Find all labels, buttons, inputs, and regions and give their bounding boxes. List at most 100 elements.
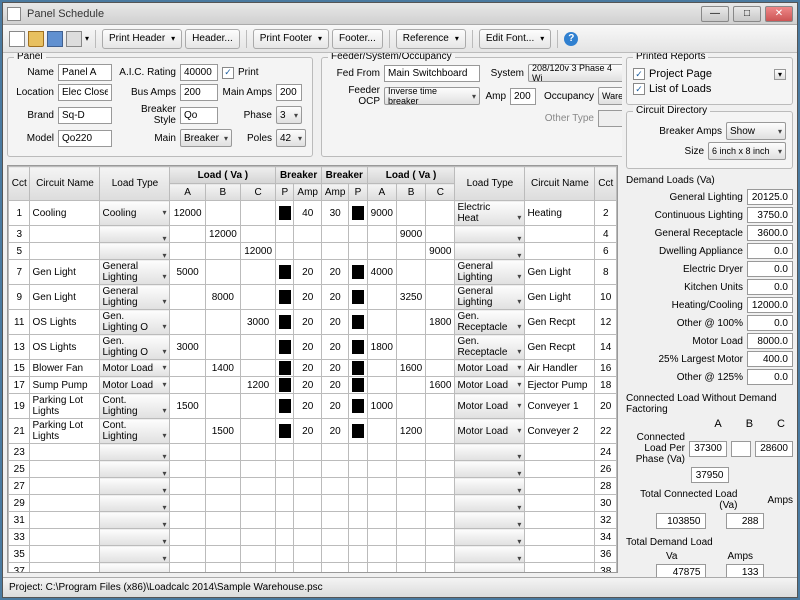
grid-cell[interactable]: Gen Light <box>30 285 100 310</box>
col-load-type-r[interactable]: Load Type <box>455 167 525 201</box>
grid-cell[interactable] <box>321 226 348 243</box>
grid-cell[interactable] <box>396 478 425 495</box>
grid-cell[interactable] <box>525 226 595 243</box>
grid-cell[interactable]: 3250 <box>396 285 425 310</box>
grid-cell[interactable]: OS Lights <box>30 310 100 335</box>
grid-cell[interactable] <box>294 444 321 461</box>
grid-cell[interactable]: 20 <box>294 310 321 335</box>
grid-cell[interactable]: 1800 <box>426 310 455 335</box>
grid-cell[interactable]: 1600 <box>396 360 425 377</box>
grid-cell[interactable] <box>100 563 170 574</box>
grid-cell[interactable] <box>205 444 240 461</box>
grid-cell[interactable] <box>240 495 275 512</box>
grid-cell[interactable] <box>205 563 240 574</box>
grid-cell[interactable] <box>367 226 396 243</box>
col-circuit-name[interactable]: Circuit Name <box>30 167 100 201</box>
grid-cell[interactable] <box>367 243 396 260</box>
col-load-type[interactable]: Load Type <box>100 167 170 201</box>
grid-cell[interactable]: Sump Pump <box>30 377 100 394</box>
grid-cell[interactable]: Gen Light <box>525 260 595 285</box>
print-icon[interactable] <box>66 31 82 47</box>
grid-cell[interactable] <box>396 243 425 260</box>
grid-cell[interactable] <box>100 226 170 243</box>
grid-cell[interactable]: 23 <box>9 444 30 461</box>
grid-cell[interactable] <box>205 260 240 285</box>
size-select[interactable]: 6 inch x 8 inch <box>708 142 786 160</box>
open-icon[interactable] <box>28 31 44 47</box>
grid-cell[interactable]: 35 <box>9 546 30 563</box>
grid-cell[interactable]: Gen. Lighting O <box>100 335 170 360</box>
grid-cell[interactable]: Blower Fan <box>30 360 100 377</box>
grid-cell[interactable]: 1200 <box>396 419 425 444</box>
grid-cell[interactable] <box>100 512 170 529</box>
circuit-grid[interactable]: Cct Circuit Name Load Type Load ( Va ) B… <box>7 165 618 573</box>
grid-cell[interactable] <box>100 478 170 495</box>
grid-cell[interactable]: Parking Lot Lights <box>30 394 100 419</box>
grid-cell[interactable] <box>396 310 425 335</box>
grid-cell[interactable] <box>396 495 425 512</box>
grid-cell[interactable]: 8000 <box>205 285 240 310</box>
grid-cell[interactable] <box>170 529 205 546</box>
model-input[interactable] <box>58 130 112 147</box>
grid-cell[interactable] <box>525 243 595 260</box>
pole-cell[interactable] <box>276 226 294 243</box>
grid-cell[interactable] <box>396 563 425 574</box>
grid-cell[interactable] <box>426 335 455 360</box>
grid-cell[interactable] <box>396 546 425 563</box>
grid-cell[interactable]: 4 <box>595 226 617 243</box>
grid-cell[interactable] <box>30 444 100 461</box>
maximize-button[interactable]: □ <box>733 6 761 22</box>
grid-cell[interactable] <box>321 546 348 563</box>
grid-cell[interactable] <box>240 546 275 563</box>
grid-cell[interactable] <box>321 478 348 495</box>
grid-cell[interactable]: General Lighting <box>100 260 170 285</box>
grid-cell[interactable] <box>100 444 170 461</box>
grid-cell[interactable]: 2 <box>595 201 617 226</box>
grid-cell[interactable]: 20 <box>321 360 348 377</box>
grid-cell[interactable]: 25 <box>9 461 30 478</box>
grid-cell[interactable] <box>205 394 240 419</box>
grid-cell[interactable] <box>170 285 205 310</box>
col-circuit-name-r[interactable]: Circuit Name <box>525 167 595 201</box>
print-dropdown-icon[interactable]: ▾ <box>85 34 89 43</box>
grid-cell[interactable]: 20 <box>321 335 348 360</box>
project-page-check[interactable]: ✓ <box>633 68 645 80</box>
save-icon[interactable] <box>47 31 63 47</box>
print-checkbox[interactable]: ✓ <box>222 67 234 79</box>
grid-cell[interactable] <box>170 546 205 563</box>
pole-cell[interactable] <box>276 461 294 478</box>
grid-cell[interactable]: Electric Heat <box>455 201 525 226</box>
grid-cell[interactable] <box>321 461 348 478</box>
grid-cell[interactable]: 1800 <box>367 335 396 360</box>
grid-cell[interactable] <box>525 444 595 461</box>
grid-cell[interactable] <box>30 529 100 546</box>
grid-cell[interactable] <box>205 478 240 495</box>
grid-cell[interactable] <box>426 461 455 478</box>
grid-cell[interactable] <box>525 478 595 495</box>
grid-cell[interactable] <box>100 529 170 546</box>
grid-cell[interactable] <box>205 201 240 226</box>
grid-cell[interactable]: 20 <box>321 419 348 444</box>
grid-cell[interactable] <box>426 260 455 285</box>
grid-cell[interactable]: 32 <box>595 512 617 529</box>
grid-cell[interactable] <box>426 394 455 419</box>
grid-cell[interactable] <box>294 226 321 243</box>
grid-cell[interactable]: 24 <box>595 444 617 461</box>
grid-cell[interactable]: 28 <box>595 478 617 495</box>
grid-cell[interactable]: Cooling <box>30 201 100 226</box>
col-cct[interactable]: Cct <box>9 167 30 201</box>
grid-cell[interactable]: 16 <box>595 360 617 377</box>
grid-cell[interactable] <box>30 478 100 495</box>
grid-cell[interactable]: Motor Load <box>455 419 525 444</box>
grid-cell[interactable]: 27 <box>9 478 30 495</box>
pole-cell[interactable] <box>276 478 294 495</box>
grid-cell[interactable]: 5 <box>9 243 30 260</box>
grid-cell[interactable] <box>426 360 455 377</box>
grid-cell[interactable]: 1600 <box>426 377 455 394</box>
pole-cell[interactable] <box>349 201 367 226</box>
pole-cell[interactable] <box>349 394 367 419</box>
pole-cell[interactable] <box>349 495 367 512</box>
grid-cell[interactable] <box>396 512 425 529</box>
grid-cell[interactable]: 12000 <box>205 226 240 243</box>
pole-cell[interactable] <box>349 419 367 444</box>
